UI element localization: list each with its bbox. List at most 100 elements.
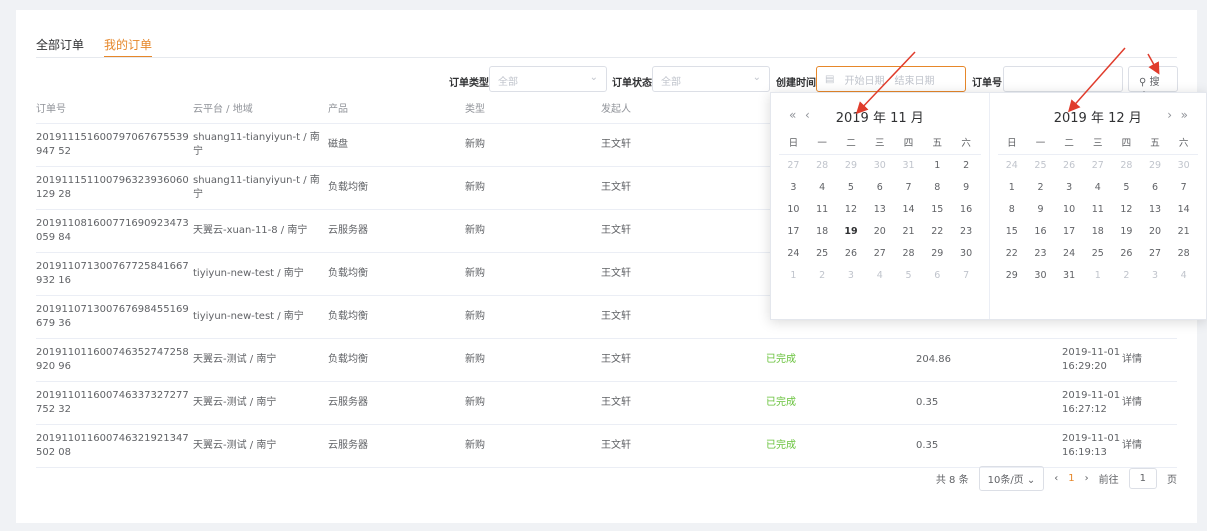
calendar-day[interactable]: 1: [1083, 265, 1112, 287]
calendar-day[interactable]: 25: [1026, 155, 1055, 177]
calendar-day[interactable]: 22: [923, 221, 952, 243]
calendar-day[interactable]: 19: [1112, 221, 1141, 243]
calendar-day[interactable]: 4: [865, 265, 894, 287]
calendar-day[interactable]: 22: [998, 243, 1027, 265]
calendar-day[interactable]: 23: [952, 221, 981, 243]
calendar-day[interactable]: 29: [923, 243, 952, 265]
calendar-day[interactable]: 12: [1112, 199, 1141, 221]
calendar-day[interactable]: 24: [1055, 243, 1084, 265]
calendar-day[interactable]: 19: [837, 221, 866, 243]
prev-month-icon[interactable]: ‹: [805, 108, 810, 122]
calendar-day[interactable]: 5: [894, 265, 923, 287]
calendar-day[interactable]: 29: [998, 265, 1027, 287]
calendar-day[interactable]: 1: [779, 265, 808, 287]
calendar-day[interactable]: 31: [894, 155, 923, 177]
calendar-day[interactable]: 30: [952, 243, 981, 265]
calendar-day[interactable]: 15: [998, 221, 1027, 243]
calendar-day[interactable]: 27: [865, 243, 894, 265]
calendar-day[interactable]: 30: [1169, 155, 1198, 177]
calendar-day[interactable]: 7: [952, 265, 981, 287]
calendar-day[interactable]: 9: [952, 177, 981, 199]
calendar-day[interactable]: 18: [1083, 221, 1112, 243]
calendar-day[interactable]: 2: [1112, 265, 1141, 287]
prev-year-icon[interactable]: «: [789, 108, 796, 122]
calendar-day[interactable]: 26: [1112, 243, 1141, 265]
calendar-day[interactable]: 15: [923, 199, 952, 221]
calendar-day[interactable]: 13: [1141, 199, 1170, 221]
calendar-day[interactable]: 11: [808, 199, 837, 221]
calendar-day[interactable]: 28: [808, 155, 837, 177]
calendar-day[interactable]: 4: [808, 177, 837, 199]
calendar-day[interactable]: 7: [1169, 177, 1198, 199]
calendar-day[interactable]: 24: [779, 243, 808, 265]
calendar-day[interactable]: 16: [1026, 221, 1055, 243]
calendar-day[interactable]: 3: [1055, 177, 1084, 199]
action-link[interactable]: 详情: [1122, 353, 1162, 367]
start-date-placeholder[interactable]: 开始日期: [844, 72, 884, 87]
next-month-icon[interactable]: ›: [1167, 108, 1172, 122]
order-no-input[interactable]: [1003, 66, 1123, 92]
page-size-select[interactable]: 10条/页 ⌄: [978, 466, 1045, 491]
current-page[interactable]: 1: [1068, 473, 1074, 484]
next-page-icon[interactable]: ›: [1085, 473, 1089, 484]
calendar-day[interactable]: 29: [1141, 155, 1170, 177]
calendar-day[interactable]: 7: [894, 177, 923, 199]
calendar-day[interactable]: 25: [808, 243, 837, 265]
action-link[interactable]: 详情: [1122, 396, 1162, 410]
calendar-day[interactable]: 6: [865, 177, 894, 199]
calendar-day[interactable]: 18: [808, 221, 837, 243]
calendar-day[interactable]: 9: [1026, 199, 1055, 221]
calendar-day[interactable]: 8: [923, 177, 952, 199]
goto-page-input[interactable]: 1: [1128, 468, 1157, 489]
calendar-day[interactable]: 26: [1055, 155, 1084, 177]
calendar-day[interactable]: 20: [1141, 221, 1170, 243]
calendar-day[interactable]: 21: [894, 221, 923, 243]
date-range-input[interactable]: ▤ 开始日期 结束日期: [816, 66, 966, 92]
calendar-day[interactable]: 26: [837, 243, 866, 265]
calendar-day[interactable]: 27: [1141, 243, 1170, 265]
calendar-day[interactable]: 2: [1026, 177, 1055, 199]
calendar-day[interactable]: 6: [923, 265, 952, 287]
end-date-placeholder[interactable]: 结束日期: [894, 72, 934, 87]
calendar-day[interactable]: 17: [1055, 221, 1084, 243]
calendar-day[interactable]: 23: [1026, 243, 1055, 265]
calendar-day[interactable]: 4: [1169, 265, 1198, 287]
calendar-day[interactable]: 17: [779, 221, 808, 243]
next-year-icon[interactable]: »: [1181, 108, 1188, 122]
calendar-day[interactable]: 24: [998, 155, 1027, 177]
calendar-day[interactable]: 28: [1169, 243, 1198, 265]
calendar-day[interactable]: 21: [1169, 221, 1198, 243]
calendar-day[interactable]: 13: [865, 199, 894, 221]
calendar-day[interactable]: 4: [1083, 177, 1112, 199]
tab-all-orders[interactable]: 全部订单: [36, 10, 84, 58]
calendar-day[interactable]: 14: [1169, 199, 1198, 221]
order-status-select[interactable]: 全部 ⌄: [652, 66, 770, 92]
calendar-day[interactable]: 5: [1112, 177, 1141, 199]
calendar-day[interactable]: 10: [1055, 199, 1084, 221]
calendar-day[interactable]: 3: [1141, 265, 1170, 287]
prev-page-icon[interactable]: ‹: [1054, 473, 1058, 484]
calendar-day[interactable]: 20: [865, 221, 894, 243]
search-button[interactable]: ⚲ 搜索: [1128, 66, 1178, 103]
calendar-day[interactable]: 30: [1026, 265, 1055, 287]
calendar-day[interactable]: 3: [837, 265, 866, 287]
calendar-day[interactable]: 30: [865, 155, 894, 177]
calendar-day[interactable]: 3: [779, 177, 808, 199]
calendar-day[interactable]: 1: [998, 177, 1027, 199]
calendar-day[interactable]: 1: [923, 155, 952, 177]
calendar-day[interactable]: 28: [1112, 155, 1141, 177]
calendar-day[interactable]: 11: [1083, 199, 1112, 221]
calendar-day[interactable]: 29: [837, 155, 866, 177]
calendar-day[interactable]: 28: [894, 243, 923, 265]
action-link[interactable]: 详情: [1122, 439, 1162, 453]
calendar-day[interactable]: 12: [837, 199, 866, 221]
calendar-day[interactable]: 5: [837, 177, 866, 199]
calendar-day[interactable]: 25: [1083, 243, 1112, 265]
tab-my-orders[interactable]: 我的订单: [104, 10, 153, 58]
calendar-day[interactable]: 10: [779, 199, 808, 221]
order-type-select[interactable]: 全部 ⌄: [489, 66, 607, 92]
calendar-day[interactable]: 8: [998, 199, 1027, 221]
calendar-day[interactable]: 2: [952, 155, 981, 177]
calendar-day[interactable]: 27: [1083, 155, 1112, 177]
calendar-day[interactable]: 16: [952, 199, 981, 221]
